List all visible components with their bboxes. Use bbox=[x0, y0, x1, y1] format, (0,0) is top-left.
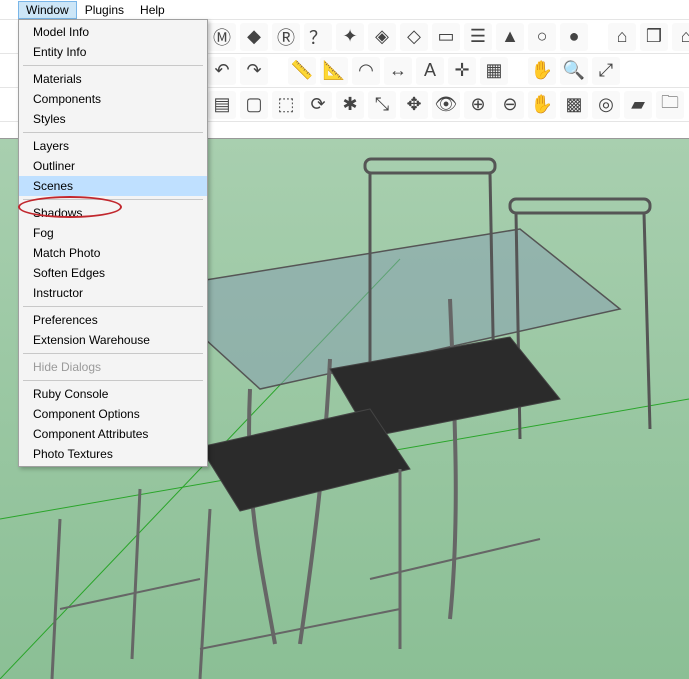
menu-separator bbox=[23, 380, 203, 381]
cube-icon[interactable]: ❒ bbox=[640, 23, 668, 51]
menu-item-model-info[interactable]: Model Info bbox=[19, 22, 207, 42]
menu-separator bbox=[23, 132, 203, 133]
menu-item-hide-dialogs: Hide Dialogs bbox=[19, 357, 207, 377]
menu-item-components[interactable]: Components bbox=[19, 89, 207, 109]
menu-item-component-options[interactable]: Component Options bbox=[19, 404, 207, 424]
gem-icon[interactable]: ◈ bbox=[368, 23, 396, 51]
menu-item-instructor[interactable]: Instructor bbox=[19, 283, 207, 303]
menu-item-preferences[interactable]: Preferences bbox=[19, 310, 207, 330]
eye-icon[interactable]: 👁 bbox=[432, 91, 460, 119]
layer-icon[interactable]: ▤ bbox=[208, 91, 236, 119]
next-icon[interactable]: ↷ bbox=[240, 57, 268, 85]
protractor-icon[interactable]: ◠ bbox=[352, 57, 380, 85]
frame-icon[interactable]: ▢ bbox=[240, 91, 268, 119]
region-icon[interactable]: ▩ bbox=[560, 91, 588, 119]
menu-item-extension-warehouse[interactable]: Extension Warehouse bbox=[19, 330, 207, 350]
tape-icon[interactable]: 📏 bbox=[288, 57, 316, 85]
menu-item-outliner[interactable]: Outliner bbox=[19, 156, 207, 176]
menu-separator bbox=[23, 199, 203, 200]
zoom-in-icon[interactable]: ⊕ bbox=[464, 91, 492, 119]
menu-item-soften-edges[interactable]: Soften Edges bbox=[19, 263, 207, 283]
dimension-icon[interactable]: ↔ bbox=[384, 57, 412, 85]
menu-item-ruby-console[interactable]: Ruby Console bbox=[19, 384, 207, 404]
target-icon[interactable]: ◎ bbox=[592, 91, 620, 119]
text-icon[interactable]: A bbox=[416, 57, 444, 85]
ruler-icon[interactable]: 📐 bbox=[320, 57, 348, 85]
color-icon[interactable]: ▰ bbox=[624, 91, 652, 119]
scale-icon[interactable]: ⤡ bbox=[368, 91, 396, 119]
menu-separator bbox=[23, 306, 203, 307]
previous-icon[interactable]: ↶ bbox=[208, 57, 236, 85]
arrow-up-icon[interactable]: ▲ bbox=[496, 23, 524, 51]
folder-icon[interactable]: 🗀 bbox=[656, 91, 684, 119]
zoom-icon[interactable]: 🔍 bbox=[560, 57, 588, 85]
section-icon[interactable]: ▦ bbox=[480, 57, 508, 85]
model-icon[interactable]: Ⓜ bbox=[208, 23, 236, 51]
box-icon[interactable]: ▭ bbox=[432, 23, 460, 51]
menu-item-entity-info[interactable]: Entity Info bbox=[19, 42, 207, 62]
menu-item-scenes[interactable]: Scenes bbox=[19, 176, 207, 196]
window-menu-dropdown: Model InfoEntity Info MaterialsComponents… bbox=[18, 19, 208, 467]
house-icon[interactable]: ⌂ bbox=[608, 23, 636, 51]
orbit-icon[interactable]: ◆ bbox=[240, 23, 268, 51]
diamond-icon[interactable]: ◇ bbox=[400, 23, 428, 51]
menu-item-shadows[interactable]: Shadows bbox=[19, 203, 207, 223]
zoom-extents-icon[interactable]: ⤢ bbox=[592, 57, 620, 85]
explode-icon[interactable]: ✱ bbox=[336, 91, 364, 119]
menu-separator bbox=[23, 65, 203, 66]
menu-item-photo-textures[interactable]: Photo Textures bbox=[19, 444, 207, 464]
menu-plugins[interactable]: Plugins bbox=[77, 1, 132, 19]
sphere-icon[interactable]: ● bbox=[560, 23, 588, 51]
rotate-icon[interactable]: ⟳ bbox=[304, 91, 332, 119]
menu-item-component-attributes[interactable]: Component Attributes bbox=[19, 424, 207, 444]
help-icon[interactable]: ？ bbox=[304, 23, 332, 51]
menubar: WindowPluginsHelp bbox=[0, 0, 689, 20]
pan-icon[interactable]: ✋ bbox=[528, 57, 556, 85]
select-icon[interactable]: ⬚ bbox=[272, 91, 300, 119]
layers-icon[interactable]: ☰ bbox=[464, 23, 492, 51]
circle-icon[interactable]: ○ bbox=[528, 23, 556, 51]
menu-separator bbox=[23, 353, 203, 354]
menu-item-match-photo[interactable]: Match Photo bbox=[19, 243, 207, 263]
move-icon[interactable]: ✥ bbox=[400, 91, 428, 119]
pan-tool-icon[interactable]: ✋ bbox=[528, 91, 556, 119]
menu-help[interactable]: Help bbox=[132, 1, 173, 19]
axis-icon[interactable]: ✛ bbox=[448, 57, 476, 85]
zoom-out-icon[interactable]: ⊖ bbox=[496, 91, 524, 119]
menu-item-fog[interactable]: Fog bbox=[19, 223, 207, 243]
home-icon[interactable]: ⌂ bbox=[672, 23, 689, 51]
star-icon[interactable]: ✦ bbox=[336, 23, 364, 51]
menu-item-materials[interactable]: Materials bbox=[19, 69, 207, 89]
menu-window[interactable]: Window bbox=[18, 1, 77, 19]
menu-item-layers[interactable]: Layers bbox=[19, 136, 207, 156]
record-icon[interactable]: Ⓡ bbox=[272, 23, 300, 51]
menu-item-styles[interactable]: Styles bbox=[19, 109, 207, 129]
